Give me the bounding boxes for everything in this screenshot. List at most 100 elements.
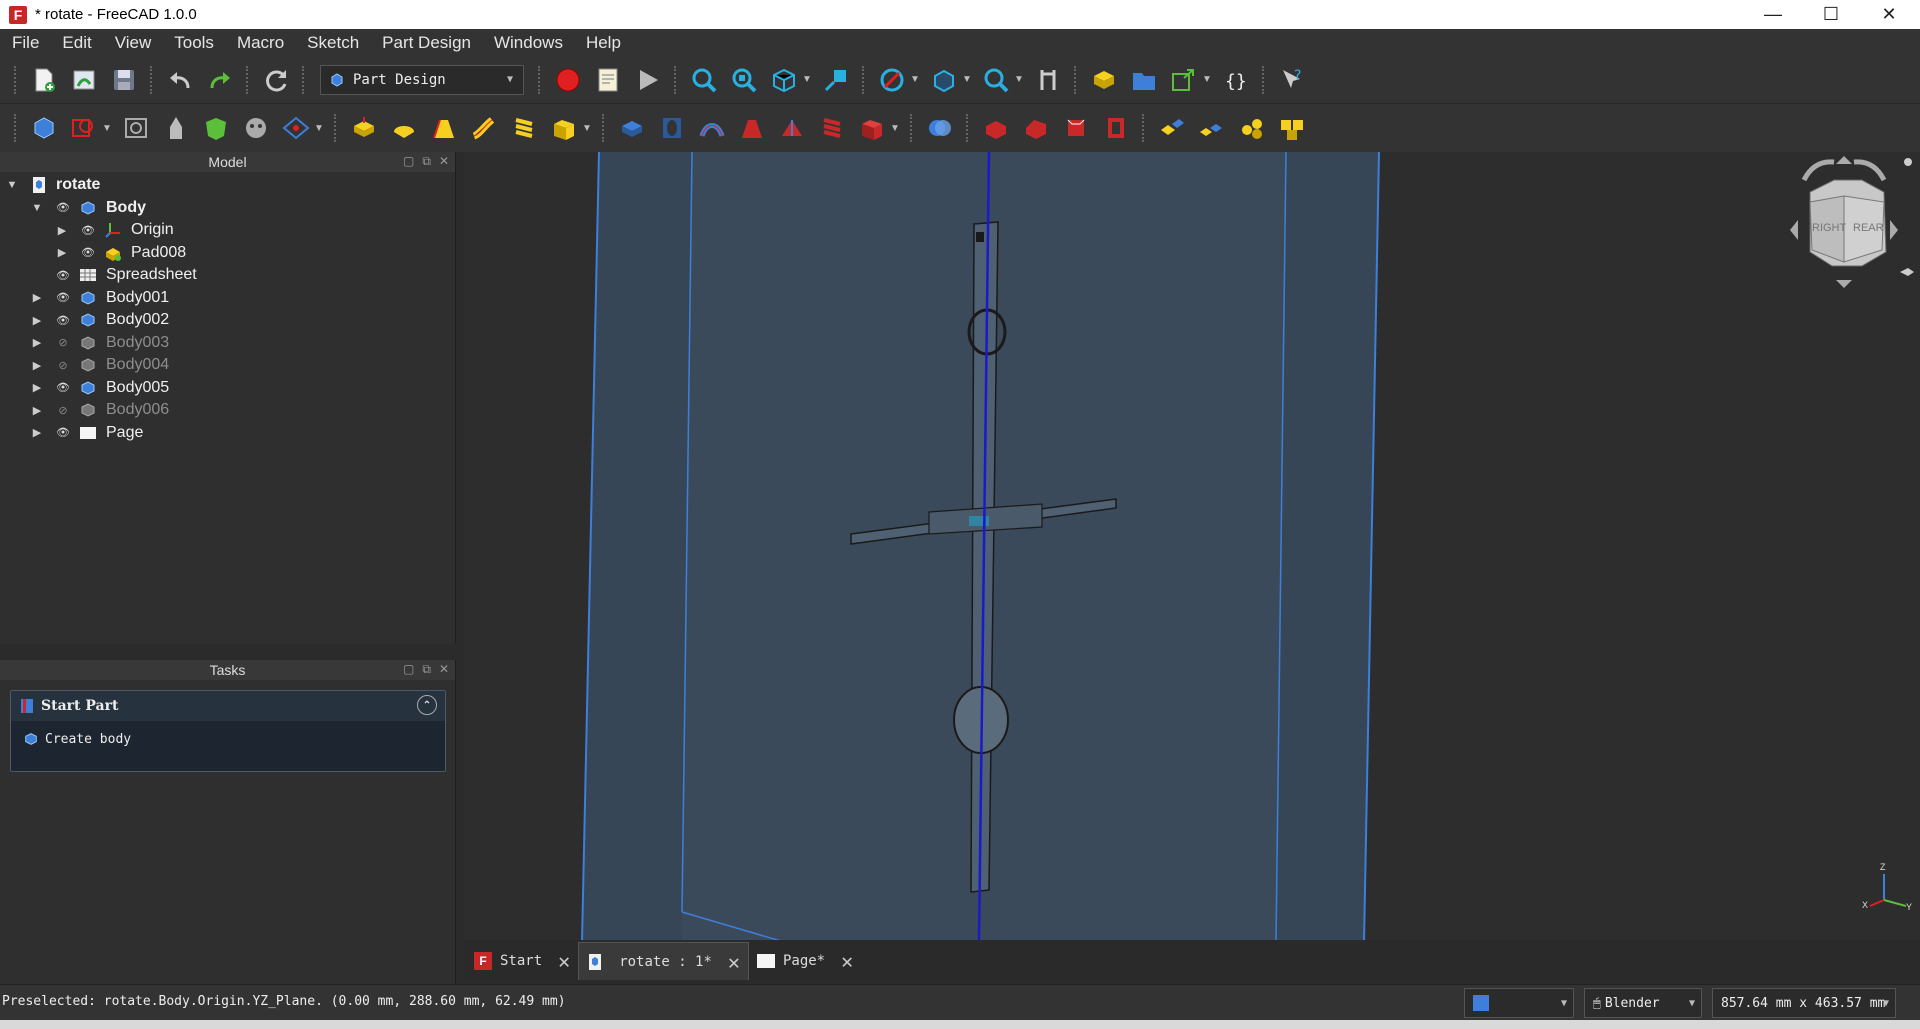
create-group-icon[interactable] xyxy=(1128,64,1160,96)
chevron-down-icon[interactable]: ▼ xyxy=(910,74,920,85)
execute-macro-icon[interactable] xyxy=(632,64,664,96)
validate-sketch-icon[interactable] xyxy=(120,112,152,144)
tab-start[interactable]: F Start ✕ xyxy=(466,942,578,980)
chevron-down-icon[interactable]: ▼ xyxy=(1202,74,1212,85)
fillet-icon[interactable] xyxy=(980,112,1012,144)
datum-plane-icon[interactable] xyxy=(280,112,312,144)
tree-item-page[interactable]: ▶ 👁 Page xyxy=(0,422,455,445)
toolbar-grip[interactable] xyxy=(966,114,970,142)
collapsed-arrow-icon[interactable]: ▶ xyxy=(31,426,43,439)
3d-scene[interactable] xyxy=(464,152,1920,940)
visibility-eye-icon[interactable]: 👁 xyxy=(56,269,70,282)
toolbar-grip[interactable] xyxy=(1074,65,1078,94)
toolbar-grip[interactable] xyxy=(150,65,154,94)
pocket-icon[interactable] xyxy=(616,112,648,144)
collapsed-arrow-icon[interactable]: ▶ xyxy=(31,291,43,304)
tree-item-origin[interactable]: ▶ 👁 Origin xyxy=(0,219,455,242)
subtractive-helix-icon[interactable] xyxy=(816,112,848,144)
polar-pattern-icon[interactable] xyxy=(1236,112,1268,144)
subtractive-loft-icon[interactable] xyxy=(736,112,768,144)
toolbar-grip[interactable] xyxy=(910,114,914,142)
menu-view[interactable]: View xyxy=(101,33,161,53)
collapsed-arrow-icon[interactable]: ▶ xyxy=(31,359,43,372)
multi-transform-icon[interactable] xyxy=(1276,112,1308,144)
tree-item-body002[interactable]: ▶ 👁 Body002 xyxy=(0,309,455,332)
toolbar-grip[interactable] xyxy=(14,65,18,94)
sub-shape-binder-icon[interactable] xyxy=(200,112,232,144)
hidden-eye-icon[interactable]: ⊘ xyxy=(56,359,70,372)
visibility-eye-icon[interactable]: 👁 xyxy=(56,291,70,304)
close-tab-icon[interactable]: ✕ xyxy=(841,949,853,973)
undo-icon[interactable] xyxy=(164,64,196,96)
toolbar-grip[interactable] xyxy=(14,114,18,142)
close-button[interactable]: ✕ xyxy=(1860,0,1918,29)
record-macro-icon[interactable] xyxy=(552,64,584,96)
toolbar-grip[interactable] xyxy=(602,114,606,142)
new-document-icon[interactable] xyxy=(28,64,60,96)
macro-editor-icon[interactable] xyxy=(592,64,624,96)
boolean-icon[interactable] xyxy=(924,112,956,144)
visibility-eye-icon[interactable]: 👁 xyxy=(56,201,70,214)
float-panel-icon[interactable]: ▢ xyxy=(403,154,414,169)
menu-tools[interactable]: Tools xyxy=(160,33,223,53)
visibility-eye-icon[interactable]: 👁 xyxy=(56,314,70,327)
hole-icon[interactable] xyxy=(656,112,688,144)
save-document-icon[interactable] xyxy=(108,64,140,96)
std-views-icon[interactable] xyxy=(928,64,960,96)
menu-windows[interactable]: Windows xyxy=(480,33,572,53)
collapse-icon[interactable]: ⌃ xyxy=(417,695,437,715)
additive-helix-icon[interactable] xyxy=(508,112,540,144)
tree-item-spreadsheet[interactable]: 👁 Spreadsheet xyxy=(0,264,455,287)
additive-pipe-icon[interactable] xyxy=(468,112,500,144)
toolbar-grip[interactable] xyxy=(674,65,678,94)
expand-icon[interactable]: ▼ xyxy=(6,179,18,191)
hidden-eye-icon[interactable]: ⊘ xyxy=(56,404,70,417)
mirrored-icon[interactable] xyxy=(1156,112,1188,144)
menu-sketch[interactable]: Sketch xyxy=(293,33,368,53)
chevron-down-icon[interactable]: ▼ xyxy=(102,123,112,134)
toolbar-grip[interactable] xyxy=(302,65,306,94)
sync-view-icon[interactable] xyxy=(876,64,908,96)
tree-item-pad008[interactable]: ▶ 👁 Pad008 xyxy=(0,242,455,265)
toolbar-grip[interactable] xyxy=(334,114,338,142)
fit-all-icon[interactable] xyxy=(688,64,720,96)
groove-icon[interactable] xyxy=(696,112,728,144)
close-tab-icon[interactable]: ✕ xyxy=(558,949,570,973)
visibility-eye-icon[interactable]: 👁 xyxy=(56,426,70,439)
collapsed-arrow-icon[interactable]: ▶ xyxy=(56,246,68,259)
draft-icon[interactable] xyxy=(1060,112,1092,144)
revolution-icon[interactable] xyxy=(388,112,420,144)
toolbar-grip[interactable] xyxy=(1262,65,1266,94)
tree-item-body006[interactable]: ▶ ⊘ Body006 xyxy=(0,399,455,422)
collapsed-arrow-icon[interactable]: ▶ xyxy=(31,336,43,349)
tree-item-body003[interactable]: ▶ ⊘ Body003 xyxy=(0,332,455,355)
tab-rotate[interactable]: rotate : 1* ✕ xyxy=(578,942,749,980)
toolbar-grip[interactable] xyxy=(1142,114,1146,142)
create-link-icon[interactable] xyxy=(1168,64,1200,96)
menu-help[interactable]: Help xyxy=(572,33,630,53)
refresh-icon[interactable] xyxy=(260,64,292,96)
visibility-eye-icon[interactable]: 👁 xyxy=(81,246,95,259)
create-body-icon[interactable] xyxy=(28,112,60,144)
chevron-down-icon[interactable]: ▼ xyxy=(890,123,900,134)
chevron-down-icon[interactable]: ▼ xyxy=(314,123,324,134)
status-color-picker[interactable]: ▼ xyxy=(1464,988,1574,1018)
subtractive-primitive-icon[interactable] xyxy=(856,112,888,144)
zoom-menu-icon[interactable] xyxy=(980,64,1012,96)
isometric-view-icon[interactable] xyxy=(768,64,800,96)
tree-item-rotate[interactable]: ▼ rotate xyxy=(0,174,455,197)
tab-page[interactable]: Page* ✕ xyxy=(749,942,861,980)
chevron-down-icon[interactable]: ▼ xyxy=(582,123,592,134)
tree-item-body005[interactable]: ▶ 👁 Body005 xyxy=(0,377,455,400)
toolbar-grip[interactable] xyxy=(862,65,866,94)
collapsed-arrow-icon[interactable]: ▶ xyxy=(31,404,43,417)
menu-part-design[interactable]: Part Design xyxy=(368,33,480,53)
tree-item-body[interactable]: ▼ 👁 Body xyxy=(0,197,455,220)
tree-item-body001[interactable]: ▶ 👁 Body001 xyxy=(0,287,455,310)
pad-icon[interactable] xyxy=(348,112,380,144)
clone-icon[interactable] xyxy=(240,112,272,144)
undock-panel-icon[interactable]: ⧉ xyxy=(422,662,431,677)
redo-icon[interactable] xyxy=(204,64,236,96)
toolbar-grip[interactable] xyxy=(538,65,542,94)
chevron-down-icon[interactable]: ▼ xyxy=(1014,74,1024,85)
